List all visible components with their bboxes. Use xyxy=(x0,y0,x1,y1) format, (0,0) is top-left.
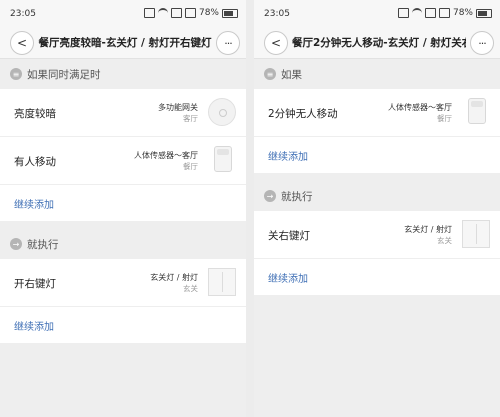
battery-percent: 78% xyxy=(198,8,219,18)
page-title: 餐厅亮度较暗-玄关灯 / 射灯开右键灯 xyxy=(38,37,212,49)
add-action-link[interactable]: 继续添加 xyxy=(14,318,54,333)
nav-header: < 餐厅2分钟无人移动-玄关灯 / 射灯关右键灯 ··· xyxy=(254,28,500,59)
section-gap xyxy=(0,221,246,229)
condition-title: 亮度较暗 xyxy=(14,108,56,120)
arrow-right-icon: → xyxy=(10,238,22,250)
add-condition-link[interactable]: 继续添加 xyxy=(268,148,308,163)
if-section-header: ≡ 如果同时满足时 xyxy=(0,59,246,89)
action-device-meta: 玄关灯 / 射灯 玄关 xyxy=(404,224,452,246)
nav-header: < 餐厅亮度较暗-玄关灯 / 射灯开右键灯 ··· xyxy=(0,28,246,59)
action-title: 关右键灯 xyxy=(268,230,310,242)
add-condition-row: 继续添加 xyxy=(0,185,246,221)
status-bar: 23:05 78% xyxy=(0,0,246,28)
then-section-label: 就执行 xyxy=(27,238,59,251)
status-time: 23:05 xyxy=(264,9,290,19)
motion-sensor-icon xyxy=(468,98,486,124)
battery-icon xyxy=(222,8,238,18)
device-name: 玄关灯 / 射灯 xyxy=(404,225,452,234)
arrow-right-icon: → xyxy=(264,190,276,202)
condition-row[interactable]: 2分钟无人移动 人体传感器～客厅 餐厅 xyxy=(254,89,500,137)
section-gap xyxy=(254,173,500,181)
wifi-icon xyxy=(157,8,168,18)
device-name: 人体传感器～客厅 xyxy=(134,151,198,160)
action-row[interactable]: 开右键灯 玄关灯 / 射灯 玄关 xyxy=(0,259,246,307)
actions-card: 开右键灯 玄关灯 / 射灯 玄关 继续添加 xyxy=(0,259,246,343)
condition-device-meta: 多功能网关 客厅 xyxy=(158,102,198,124)
hd-icon xyxy=(170,8,182,18)
status-icons: 78% xyxy=(143,8,238,18)
condition-row[interactable]: 亮度较暗 多功能网关 客厅 xyxy=(0,89,246,137)
wall-switch-icon xyxy=(462,220,490,248)
scene-editor-right: 23:05 78% < 餐厅2分钟无人移动-玄关灯 / 射灯关右键灯 ··· ≡… xyxy=(254,0,500,417)
actions-card: 关右键灯 玄关灯 / 射灯 玄关 继续添加 xyxy=(254,211,500,295)
condition-title: 有人移动 xyxy=(14,156,56,168)
add-action-link[interactable]: 继续添加 xyxy=(268,270,308,285)
scene-editor-left: 23:05 78% < 餐厅亮度较暗-玄关灯 / 射灯开右键灯 ··· ≡ 如果… xyxy=(0,0,246,417)
hd-icon xyxy=(424,8,436,18)
condition-row[interactable]: 有人移动 人体传感器～客厅 餐厅 xyxy=(0,137,246,185)
more-button[interactable]: ··· xyxy=(216,31,240,55)
back-button[interactable]: < xyxy=(264,31,288,55)
back-button[interactable]: < xyxy=(10,31,34,55)
list-icon: ≡ xyxy=(10,68,22,80)
list-icon: ≡ xyxy=(264,68,276,80)
page-title: 餐厅2分钟无人移动-玄关灯 / 射灯关右键灯 xyxy=(292,37,466,49)
condition-device-meta: 人体传感器～客厅 餐厅 xyxy=(388,102,452,124)
condition-title: 2分钟无人移动 xyxy=(268,108,338,120)
sim-icon xyxy=(397,8,409,18)
device-room: 餐厅 xyxy=(183,162,198,171)
signal-icon xyxy=(184,8,196,18)
signal-icon xyxy=(438,8,450,18)
battery-icon xyxy=(476,8,492,18)
status-icons: 78% xyxy=(397,8,492,18)
device-room: 玄关 xyxy=(183,284,198,293)
add-action-row: 继续添加 xyxy=(254,259,500,295)
more-button[interactable]: ··· xyxy=(470,31,494,55)
if-section-label: 如果同时满足时 xyxy=(27,68,101,81)
status-time: 23:05 xyxy=(10,9,36,19)
conditions-card: 亮度较暗 多功能网关 客厅 有人移动 人体传感器～客厅 餐厅 继续添加 xyxy=(0,89,246,221)
device-name: 人体传感器～客厅 xyxy=(388,103,452,112)
sim-icon xyxy=(143,8,155,18)
add-condition-link[interactable]: 继续添加 xyxy=(14,196,54,211)
conditions-card: 2分钟无人移动 人体传感器～客厅 餐厅 继续添加 xyxy=(254,89,500,173)
device-room: 餐厅 xyxy=(437,114,452,123)
wifi-icon xyxy=(411,8,422,18)
status-bar: 23:05 78% xyxy=(254,0,500,28)
then-section-label: 就执行 xyxy=(281,190,313,203)
add-condition-row: 继续添加 xyxy=(254,137,500,173)
device-name: 多功能网关 xyxy=(158,103,198,112)
wall-switch-icon xyxy=(208,268,236,296)
if-section-header: ≡ 如果 xyxy=(254,59,500,89)
then-section-header: → 就执行 xyxy=(254,181,500,211)
if-section-label: 如果 xyxy=(281,68,302,81)
device-name: 玄关灯 / 射灯 xyxy=(150,273,198,282)
device-room: 玄关 xyxy=(437,236,452,245)
condition-device-meta: 人体传感器～客厅 餐厅 xyxy=(134,150,198,172)
device-room: 客厅 xyxy=(183,114,198,123)
then-section-header: → 就执行 xyxy=(0,229,246,259)
action-device-meta: 玄关灯 / 射灯 玄关 xyxy=(150,272,198,294)
gateway-icon xyxy=(208,98,236,126)
motion-sensor-icon xyxy=(214,146,232,172)
add-action-row: 继续添加 xyxy=(0,307,246,343)
action-row[interactable]: 关右键灯 玄关灯 / 射灯 玄关 xyxy=(254,211,500,259)
battery-percent: 78% xyxy=(452,8,473,18)
action-title: 开右键灯 xyxy=(14,278,56,290)
